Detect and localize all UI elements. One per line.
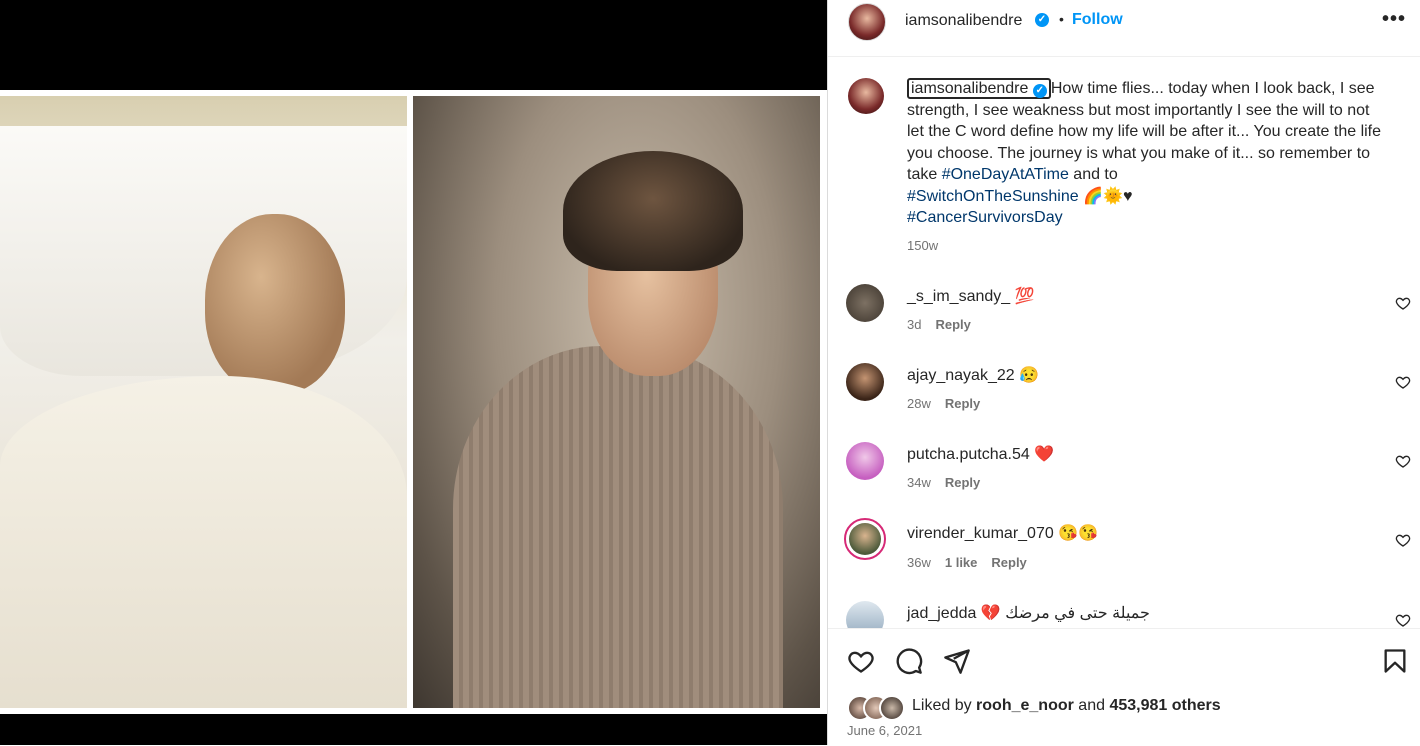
- caption-text-2: and to: [1068, 166, 1118, 183]
- post-media[interactable]: [0, 0, 827, 745]
- liker-avatars: [847, 695, 907, 721]
- separator-dot: •: [1059, 11, 1064, 27]
- post-panel: iamsonalibendre ✓ • Follow ••• iamsonali…: [827, 0, 1420, 746]
- comment-username[interactable]: jad_jedda: [907, 605, 976, 622]
- heart-icon[interactable]: [847, 647, 875, 675]
- likes-count[interactable]: 453,981 others: [1109, 697, 1220, 714]
- verified-badge-icon: ✓: [1032, 84, 1047, 98]
- liker-username[interactable]: rooh_e_noor: [976, 697, 1074, 714]
- comment-username[interactable]: _s_im_sandy_: [907, 288, 1010, 305]
- reply-button[interactable]: Reply: [945, 475, 980, 490]
- comment-meta: 3d Reply: [907, 317, 985, 332]
- commenter-avatar[interactable]: [846, 442, 884, 480]
- comment-icon[interactable]: [895, 647, 923, 675]
- comment-item: _s_im_sandy_ 💯 3d Reply: [828, 284, 1420, 344]
- post-actions: Liked by rooh_e_noor and 453,981 others …: [828, 628, 1420, 746]
- post-caption: iamsonalibendre ✓ How time flies... today…: [907, 78, 1387, 229]
- hashtag-link[interactable]: #CancerSurvivorsDay: [907, 209, 1063, 226]
- comment-time[interactable]: 3d: [907, 317, 921, 332]
- comment-line: putcha.putcha.54 ❤️: [907, 444, 1054, 464]
- comment-time[interactable]: 36w: [907, 555, 931, 570]
- hair-shape: [563, 151, 743, 271]
- commenter-avatar[interactable]: [846, 284, 884, 322]
- comment-meta: 28w Reply: [907, 396, 994, 411]
- reply-button[interactable]: Reply: [991, 555, 1026, 570]
- comment-text: ❤️: [1034, 446, 1055, 463]
- sweater-shape: [453, 346, 783, 708]
- comment-item: ajay_nayak_22 😥 28w Reply: [828, 363, 1420, 423]
- comment-line: jad_jedda 💔 جميلة حتى في مرضك: [907, 603, 1150, 623]
- follow-button[interactable]: Follow: [1072, 11, 1123, 29]
- verified-badge-icon: ✓: [1035, 13, 1049, 27]
- comment-time[interactable]: 28w: [907, 396, 931, 411]
- comment-meta: 34w Reply: [907, 475, 994, 490]
- comment-text: 😥: [1019, 367, 1040, 384]
- caption-author-avatar[interactable]: [848, 78, 884, 114]
- liker-avatar: [879, 695, 905, 721]
- comment-line: virender_kumar_070 😘😘: [907, 523, 1098, 543]
- caption-emojis: 🌈🌞♥: [1083, 187, 1133, 205]
- comment-meta: 36w 1 like Reply: [907, 555, 1041, 570]
- author-username[interactable]: iamsonalibendre: [905, 12, 1022, 30]
- comment-like-heart-icon[interactable]: [1395, 532, 1411, 548]
- commenter-avatar-story-ring[interactable]: [844, 518, 886, 560]
- comment-item: virender_kumar_070 😘😘 36w 1 like Reply: [828, 518, 1420, 578]
- post-header: iamsonalibendre ✓ • Follow •••: [828, 0, 1420, 57]
- comment-line: _s_im_sandy_ 💯: [907, 286, 1035, 306]
- author-avatar[interactable]: [848, 3, 886, 41]
- caption-username[interactable]: iamsonalibendre ✓: [907, 78, 1051, 99]
- comment-like-heart-icon[interactable]: [1395, 453, 1411, 469]
- commenter-avatar[interactable]: [846, 601, 884, 628]
- comment-text: 😘😘: [1058, 525, 1099, 542]
- commenter-avatar: [849, 523, 881, 555]
- comment-like-count[interactable]: 1 like: [945, 555, 978, 570]
- comment-username[interactable]: virender_kumar_070: [907, 525, 1054, 542]
- caption-time[interactable]: 150w: [907, 238, 938, 253]
- pillow-shape: [0, 126, 407, 376]
- share-icon[interactable]: [943, 647, 971, 675]
- comment-username[interactable]: ajay_nayak_22: [907, 367, 1015, 384]
- comment-like-heart-icon[interactable]: [1395, 612, 1411, 628]
- reply-button[interactable]: Reply: [945, 396, 980, 411]
- comment-time[interactable]: 34w: [907, 475, 931, 490]
- reply-button[interactable]: Reply: [935, 317, 970, 332]
- comment-item: jad_jedda 💔 جميلة حتى في مرضك: [828, 601, 1420, 628]
- likes-text: Liked by rooh_e_noor and 453,981 others: [912, 697, 1221, 714]
- more-options-icon[interactable]: •••: [1382, 8, 1406, 31]
- bookmark-icon[interactable]: [1381, 647, 1409, 675]
- hashtag-link[interactable]: #OneDayAtATime: [942, 166, 1069, 183]
- photo-portrait: [413, 96, 820, 708]
- comment-like-heart-icon[interactable]: [1395, 374, 1411, 390]
- comment-text: 💔 جميلة حتى في مرضك: [980, 605, 1150, 622]
- comment-like-heart-icon[interactable]: [1395, 295, 1411, 311]
- comment-item: putcha.putcha.54 ❤️ 34w Reply: [828, 442, 1420, 502]
- blanket-shape: [0, 376, 407, 708]
- person-head-shape: [205, 214, 345, 394]
- hashtag-link[interactable]: #SwitchOnTheSunshine: [907, 188, 1079, 205]
- post-date[interactable]: June 6, 2021: [847, 723, 922, 738]
- commenter-avatar[interactable]: [846, 363, 884, 401]
- photo-hospital: [0, 96, 407, 708]
- comment-line: ajay_nayak_22 😥: [907, 365, 1039, 385]
- comment-username[interactable]: putcha.putcha.54: [907, 446, 1030, 463]
- comment-text: 💯: [1014, 288, 1035, 305]
